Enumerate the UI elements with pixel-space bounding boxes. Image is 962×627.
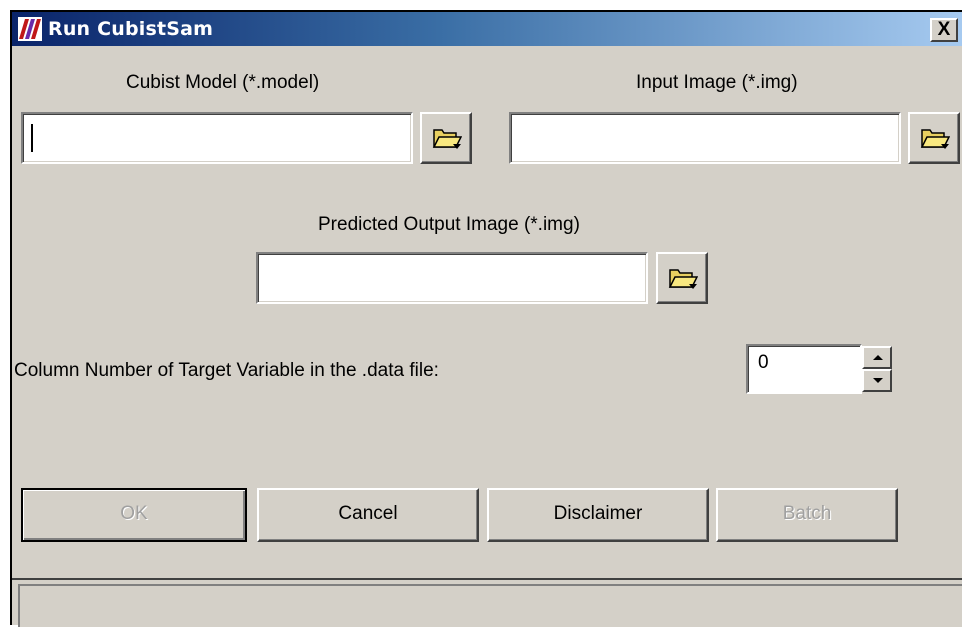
input-image-browse-button[interactable] xyxy=(908,112,960,164)
output-image-label: Predicted Output Image (*.img) xyxy=(318,214,580,235)
title-bar[interactable]: Run CubistSam X xyxy=(12,12,962,46)
cubist-model-label: Cubist Model (*.model) xyxy=(126,72,320,93)
status-bar xyxy=(18,584,962,627)
batch-button[interactable]: Batch xyxy=(716,488,898,542)
input-image-input[interactable] xyxy=(509,112,901,164)
ok-button[interactable]: OK xyxy=(21,488,247,542)
target-column-input[interactable]: 0 xyxy=(746,344,862,394)
folder-open-icon xyxy=(668,269,698,289)
arrow-up-icon xyxy=(873,355,883,360)
output-image-input[interactable] xyxy=(256,252,648,304)
input-image-label: Input Image (*.img) xyxy=(636,72,798,93)
status-divider xyxy=(12,578,962,580)
spin-up-button[interactable] xyxy=(862,346,892,369)
cancel-button[interactable]: Cancel xyxy=(257,488,479,542)
text-caret xyxy=(31,124,33,152)
folder-open-icon xyxy=(920,129,950,149)
close-button[interactable]: X xyxy=(930,18,958,42)
run-cubistsam-dialog: Run CubistSam X Cubist Model (*.model) I… xyxy=(10,10,962,627)
disclaimer-button[interactable]: Disclaimer xyxy=(487,488,709,542)
spin-down-button[interactable] xyxy=(862,369,892,392)
output-image-browse-button[interactable] xyxy=(656,252,708,304)
cubist-model-input[interactable] xyxy=(21,112,413,164)
cubist-model-browse-button[interactable] xyxy=(420,112,472,164)
app-logo-icon xyxy=(18,17,42,41)
arrow-down-icon xyxy=(873,378,883,383)
window-title: Run CubistSam xyxy=(48,18,214,40)
folder-open-icon xyxy=(432,129,462,149)
target-column-label: Column Number of Target Variable in the … xyxy=(14,360,439,381)
